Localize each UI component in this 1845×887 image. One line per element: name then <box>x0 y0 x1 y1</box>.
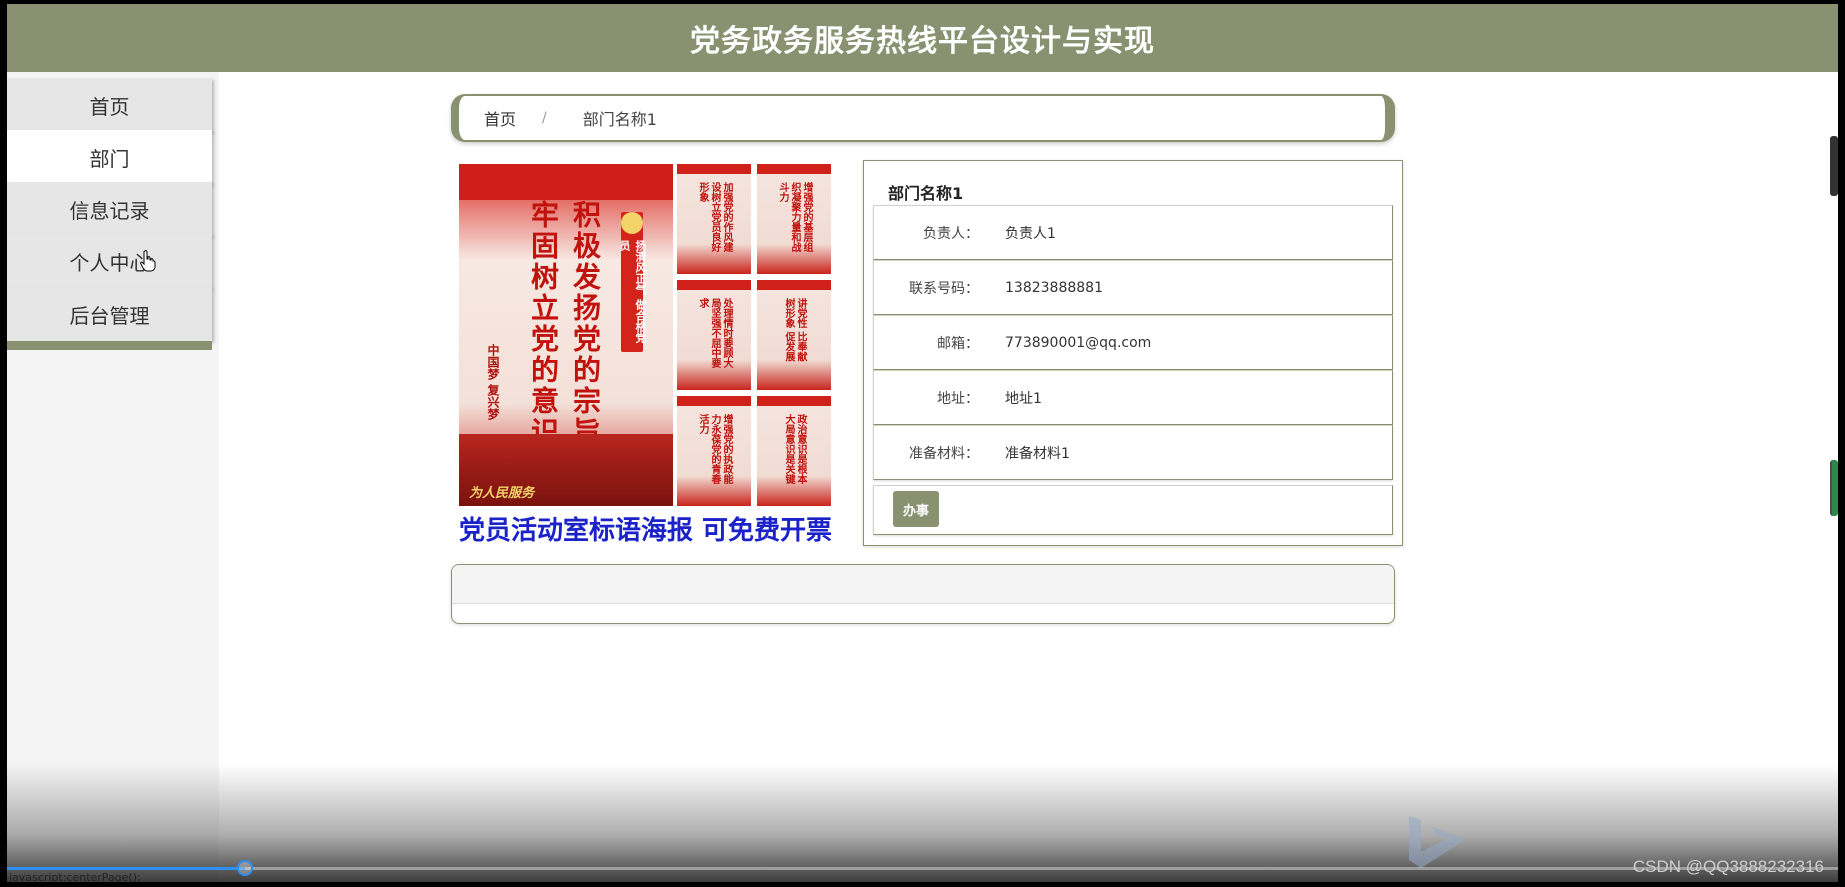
detail-label: 负责人： <box>923 225 979 242</box>
detail-row-email: 邮箱： 773890001@qq.com <box>873 315 1393 370</box>
detail-row-phone: 联系号码： 13823888881 <box>873 260 1393 315</box>
department-poster-image: 积极发扬党的宗旨 牢固树立党的意识 扬清风正气 做合格党员 中国梦 复兴梦 为人… <box>459 164 831 542</box>
sidebar-item-department[interactable]: 部门 <box>7 130 212 193</box>
video-progress-bar[interactable] <box>7 860 1838 876</box>
party-emblem-icon <box>621 212 643 234</box>
sidebar-item-admin[interactable]: 后台管理 <box>7 287 212 350</box>
detail-value: 地址1 <box>1005 390 1042 407</box>
sidebar-item-label: 后台管理 <box>69 303 150 328</box>
sidebar-item-label: 信息记录 <box>69 198 150 223</box>
poster-card: 增强党的基层组织凝聚力量和战斗力 <box>757 164 831 274</box>
poster-card-text: 增强党的基层组织凝聚力量和战斗力 <box>777 182 812 252</box>
poster-card-text: 加强党的作风建设树立党员良好形象 <box>697 182 732 252</box>
poster-slogan-2: 牢固树立党的意识 <box>527 200 560 448</box>
poster-signature: 为人民服务 <box>469 486 535 501</box>
poster-slogan-1: 积极发扬党的宗旨 <box>569 200 602 448</box>
detail-label: 准备材料： <box>909 445 979 462</box>
browser-status-text: javascript:centerPage(); <box>9 871 141 882</box>
detail-value: 773890001@qq.com <box>1005 334 1152 351</box>
player-logo-icon <box>1409 816 1465 868</box>
breadcrumb-home-link[interactable]: 首页 <box>484 106 516 130</box>
detail-row-address: 地址： 地址1 <box>873 370 1393 425</box>
detail-action-row: 办事 <box>873 485 1393 535</box>
poster-card-grid: 加强党的作风建设树立党员良好形象 增强党的基层组织凝聚力量和战斗力 处理情时要顾… <box>677 164 831 506</box>
detail-value: 13823888881 <box>1005 279 1103 296</box>
detail-label: 联系号码： <box>909 280 979 297</box>
sidebar-item-home[interactable]: 首页 <box>7 78 212 141</box>
poster-card: 讲党性 比奉献树形象 促发展 <box>757 280 831 390</box>
side-widget-tab[interactable] <box>1830 460 1838 516</box>
handle-affairs-button[interactable]: 办事 <box>893 491 939 527</box>
detail-value: 准备材料1 <box>1005 445 1070 462</box>
detail-row-materials: 准备材料： 准备材料1 <box>873 425 1393 480</box>
poster-card-text: 政治意识是根本大局意识是关键 <box>783 414 806 484</box>
poster-caption: 党员活动室标语海报 可免费开票 <box>459 516 831 542</box>
comment-box <box>451 564 1395 624</box>
detail-value: 负责人1 <box>1005 225 1056 242</box>
sidebar-item-personal-center[interactable]: 个人中心 <box>7 234 212 297</box>
sidebar-item-label: 首页 <box>89 94 130 119</box>
poster-card: 政治意识是根本大局意识是关键 <box>757 396 831 506</box>
poster-card-text: 讲党性 比奉献树形象 促发展 <box>783 298 806 362</box>
video-progress-fill <box>7 867 246 870</box>
poster-dream-text: 中国梦 复兴梦 <box>486 344 500 421</box>
video-progress-knob[interactable] <box>237 860 254 876</box>
poster-flag-band <box>459 164 673 200</box>
hand-pointer-icon <box>140 250 156 272</box>
poster-card-text: 增强党的执政能力永葆党的青春活力 <box>697 414 732 484</box>
department-detail-panel: 部门名称1 负责人： 负责人1 联系号码： 13823888881 邮箱： 77… <box>863 160 1403 546</box>
comment-box-header <box>452 565 1394 604</box>
poster-card: 增强党的执政能力永葆党的青春活力 <box>677 396 751 506</box>
detail-label: 地址： <box>937 390 979 407</box>
poster-card-text: 处理情时要顾大局坚强不屈中要求 <box>697 298 732 368</box>
detail-label: 邮箱： <box>937 335 979 352</box>
sidebar-item-label: 部门 <box>89 146 130 171</box>
poster-card: 加强党的作风建设树立党员良好形象 <box>677 164 751 274</box>
site-title: 党务政务服务热线平台设计与实现 <box>690 24 1155 59</box>
breadcrumb-current: 部门名称1 <box>582 110 657 129</box>
department-title: 部门名称1 <box>888 184 964 203</box>
sidebar-item-label: 个人中心 <box>69 250 150 275</box>
browser-viewport: 党务政务服务热线平台设计与实现 首页 部门 信息记录 个人中心 后台管理 首页 … <box>7 4 1838 882</box>
poster-card: 处理情时要顾大局坚强不屈中要求 <box>677 280 751 390</box>
main-content: 首页 / 部门名称1 积极发扬党的宗旨 牢固树立党的意识 扬清风正气 做合格党员… <box>219 72 1838 882</box>
watermark: CSDN @QQ3888232316 <box>1632 857 1824 876</box>
sidebar-item-info-records[interactable]: 信息记录 <box>7 182 212 245</box>
scrollbar-thumb[interactable] <box>1830 136 1838 196</box>
breadcrumb: 首页 / 部门名称1 <box>451 94 1395 142</box>
sidebar: 首页 部门 信息记录 个人中心 后台管理 <box>7 72 219 882</box>
page-header: 党务政务服务热线平台设计与实现 <box>7 4 1838 72</box>
breadcrumb-separator: / <box>542 110 547 126</box>
detail-row-manager: 负责人： 负责人1 <box>873 205 1393 260</box>
